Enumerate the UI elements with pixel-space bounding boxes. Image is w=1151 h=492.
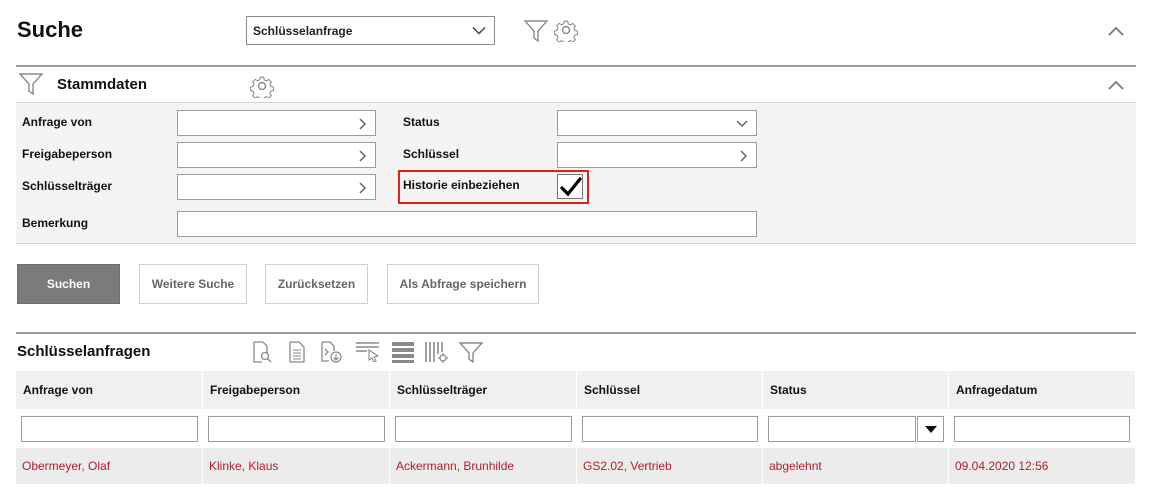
table-cell[interactable]: Obermeyer, Olaf [16,448,203,484]
column-header-anfrage-von[interactable]: Anfrage von [16,371,203,409]
chevron-right-icon [359,118,367,130]
rows-list-icon[interactable] [391,340,415,364]
column-settings-icon[interactable] [424,340,450,364]
gear-icon[interactable] [250,74,274,98]
select-rows-icon[interactable] [355,340,381,362]
column-header-schluesseltraeger[interactable]: Schlüsselträger [390,371,577,409]
filter-input-freigabeperson[interactable] [208,416,385,442]
section-title-stammdaten: Stammdaten [57,76,148,93]
divider [16,65,1136,67]
table-cell[interactable]: Ackermann, Brunhilde [390,448,577,484]
chevron-right-icon [359,150,367,162]
column-header-anfragedatum[interactable]: Anfragedatum [949,371,1136,409]
caret-down-icon [925,426,937,433]
table-cell[interactable]: GS2.02, Vertrieb [577,448,763,484]
document-search-icon[interactable] [251,340,273,364]
collapse-stammdaten-icon[interactable] [1108,80,1124,90]
chevron-down-icon [736,120,748,128]
chevron-right-icon [359,182,367,194]
chevron-right-icon [740,150,748,162]
label-freigabeperson: Freigabeperson [22,147,113,161]
suchen-button[interactable]: Suchen [17,264,120,304]
column-header-freigabeperson[interactable]: Freigabeperson [203,371,390,409]
query-type-select[interactable]: Schlüsselanfrage [246,16,495,45]
filter-status-dropdown-button[interactable] [917,416,944,442]
label-bemerkung: Bemerkung [22,216,89,230]
abfrage-speichern-button[interactable]: Als Abfrage speichern [387,264,539,304]
filter-input-schluesseltraeger[interactable] [395,416,572,442]
page-title: Suche [17,17,84,42]
divider [16,243,1136,244]
label-status: Status [403,115,440,129]
filter-input-anfragedatum[interactable] [954,416,1130,442]
gear-icon[interactable] [554,18,578,42]
filter-icon[interactable] [458,340,484,364]
collapse-search-icon[interactable] [1108,26,1124,36]
historie-checkbox[interactable] [557,174,583,199]
label-historie: Historie einbeziehen [403,178,520,192]
zuruecksetzen-button[interactable]: Zurücksetzen [265,264,368,304]
export-download-icon[interactable] [319,340,343,364]
filter-icon[interactable] [523,18,549,44]
anfrage-von-field[interactable] [177,110,376,136]
label-schluesseltraeger: Schlüsselträger [22,179,113,193]
weitere-suche-button[interactable]: Weitere Suche [139,264,247,304]
query-type-select-value: Schlüsselanfrage [253,23,353,38]
document-icon[interactable] [287,340,307,364]
filter-input-anfrage-von[interactable] [21,416,198,442]
freigabeperson-field[interactable] [177,142,376,168]
table-cell[interactable]: 09.04.2020 12:56 [949,448,1136,484]
chevron-down-icon [472,26,486,35]
label-anfrage-von: Anfrage von [22,115,93,129]
schluesseltraeger-field[interactable] [177,174,376,200]
checkmark-icon [560,177,582,197]
table-cell[interactable]: abgelehnt [763,448,949,484]
filter-input-schluessel[interactable] [582,416,758,442]
divider [16,332,1136,334]
bemerkung-field[interactable] [177,211,757,237]
column-header-status[interactable]: Status [763,371,949,409]
filter-icon [18,73,44,96]
table-cell[interactable]: Klinke, Klaus [203,448,390,484]
filter-input-status[interactable] [768,416,916,442]
label-schluessel: Schlüssel [403,147,460,161]
column-header-schluessel[interactable]: Schlüssel [577,371,763,409]
results-title: Schlüsselanfragen [17,343,151,360]
status-select[interactable] [557,110,757,136]
schluessel-field[interactable] [557,142,757,168]
